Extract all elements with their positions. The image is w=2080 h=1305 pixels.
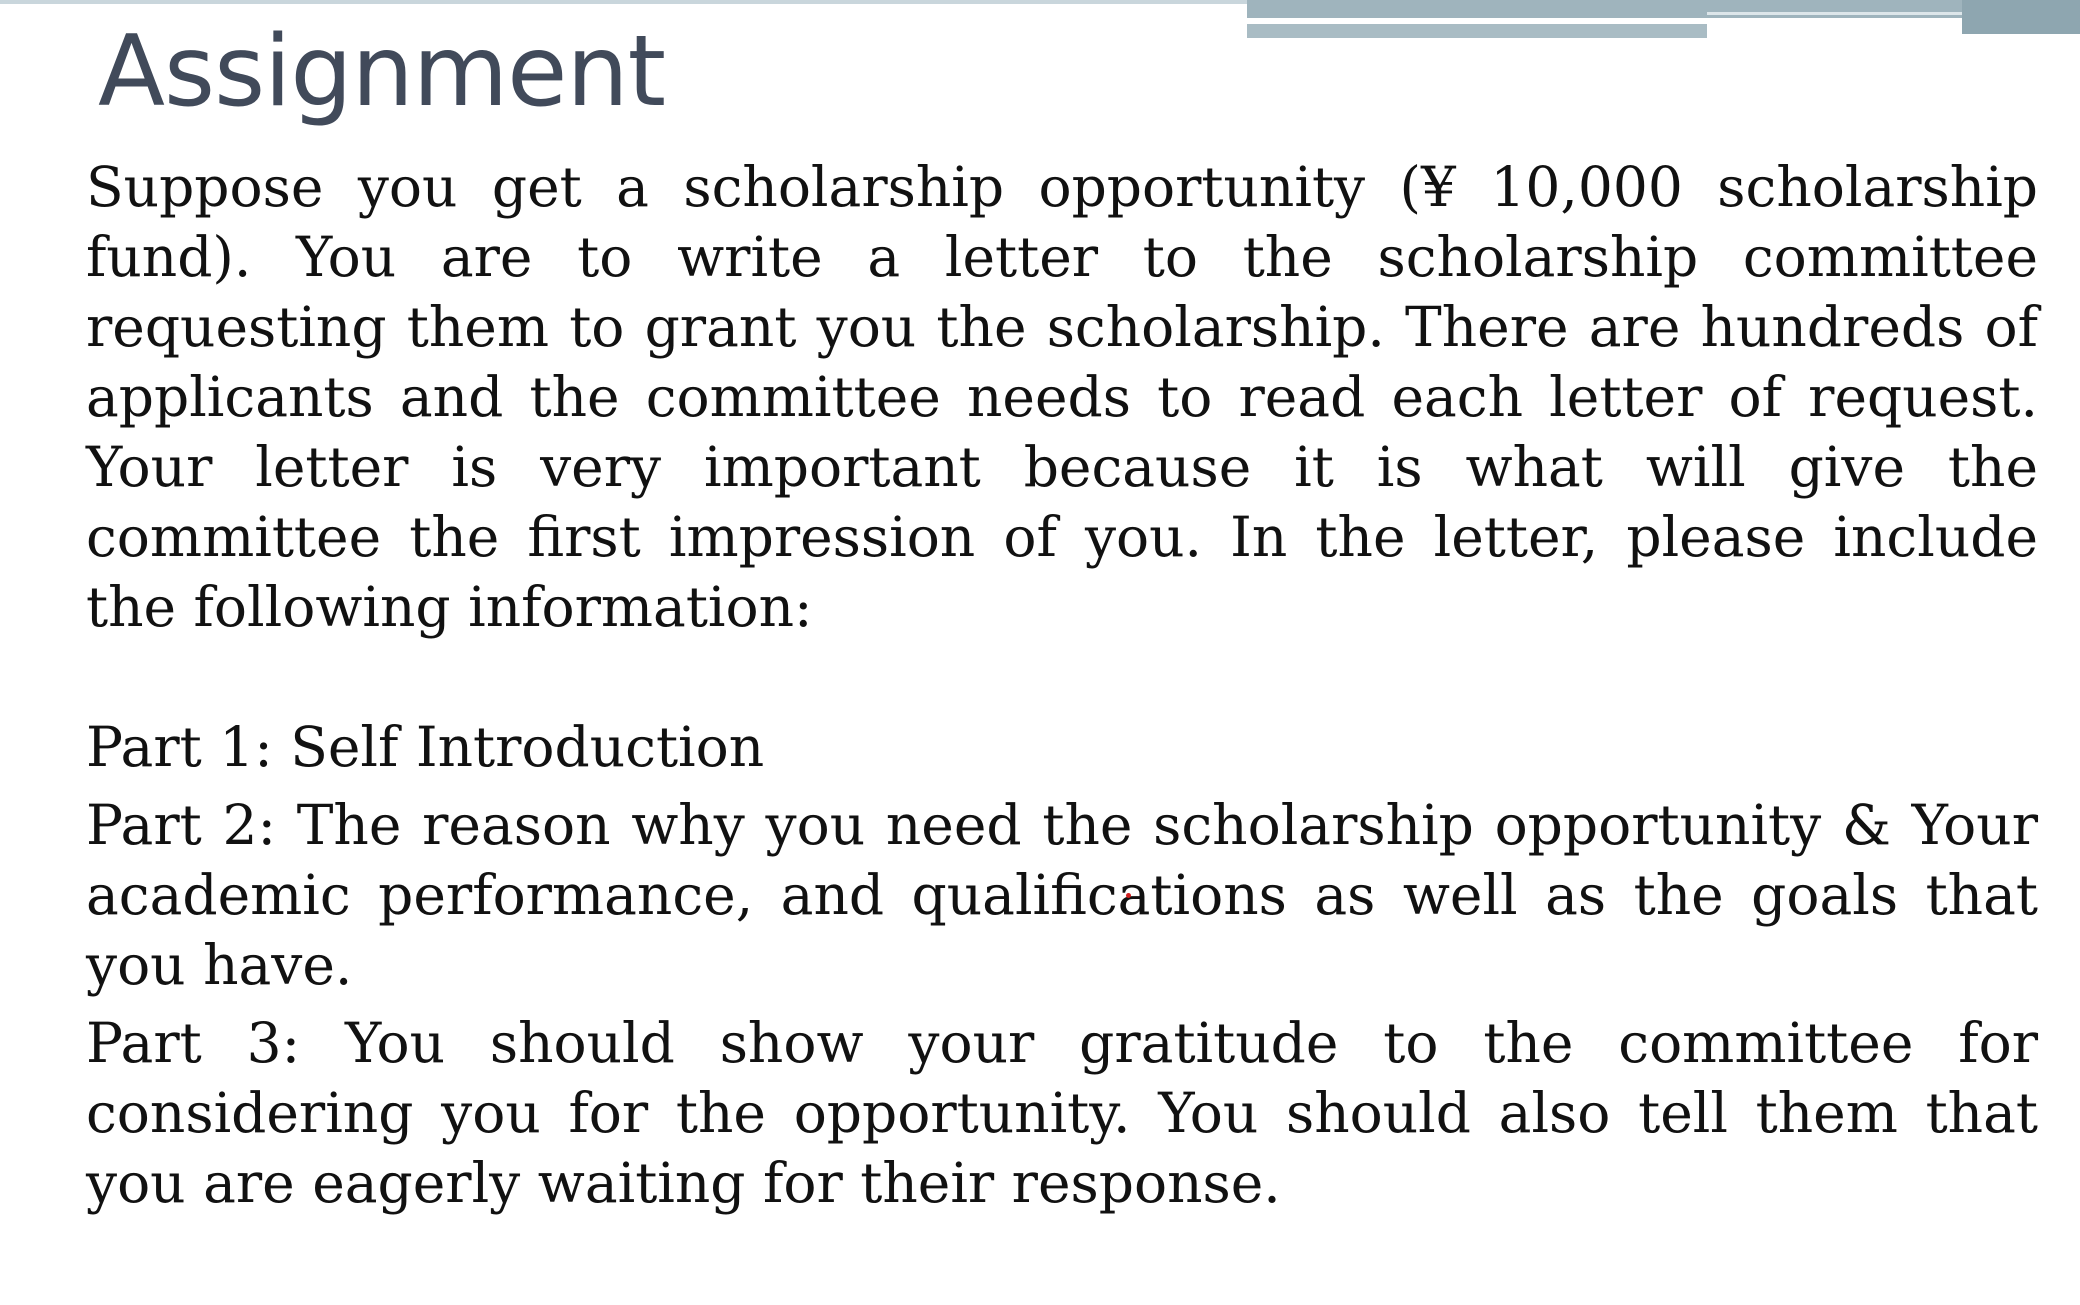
slide-title: Assignment bbox=[98, 15, 666, 129]
part-1-text: Part 1: Self Introduction bbox=[86, 715, 765, 779]
header-decorative-band bbox=[1247, 0, 2080, 18]
part-2-text: Part 2: The reason why you need the scho… bbox=[86, 793, 2038, 997]
part-3-text: Part 3: You should show your gratitude t… bbox=[86, 1011, 2038, 1215]
header-decorative-band-lower bbox=[1247, 24, 1707, 38]
header-decorative-block bbox=[1962, 0, 2080, 34]
header-decorative-highlight bbox=[1707, 12, 1962, 15]
laser-pointer-dot bbox=[1126, 893, 1131, 898]
slide-body: Suppose you get a scholarship opportunit… bbox=[86, 152, 2038, 1218]
assignment-intro: Suppose you get a scholarship opportunit… bbox=[86, 155, 2038, 639]
